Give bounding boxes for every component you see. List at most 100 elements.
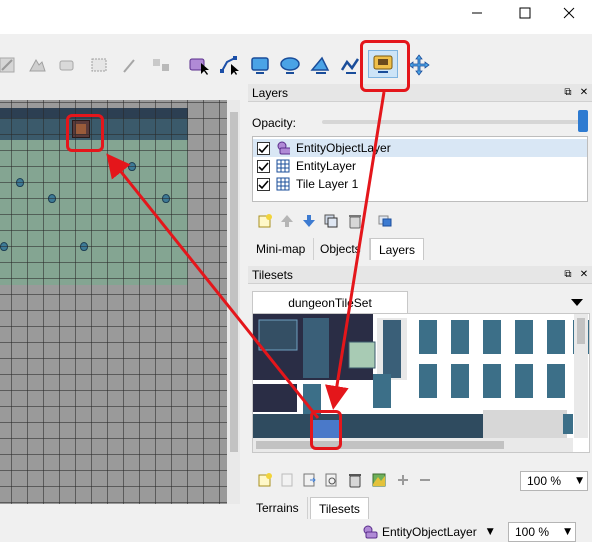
tilesets-panel-header: Tilesets: [248, 266, 592, 284]
eraser-tool[interactable]: [86, 52, 112, 78]
layer-visibility-checkbox[interactable]: [257, 159, 270, 173]
layer-name: Tile Layer 1: [296, 177, 359, 191]
lower-layer-button[interactable]: [300, 212, 318, 230]
duplicate-layer-button[interactable]: [322, 212, 340, 230]
close-icon: [563, 7, 575, 19]
annotation-box-map-tile: [66, 114, 104, 152]
add-tiles-button[interactable]: [394, 471, 412, 489]
delete-layer-button[interactable]: [346, 212, 364, 230]
tab-objects[interactable]: Objects: [312, 238, 370, 260]
title-bar: [0, 0, 592, 34]
chevron-down-icon: ▼: [576, 476, 583, 486]
new-layer-icon: [258, 214, 272, 228]
check-icon: [258, 161, 269, 171]
terrain-icon: [372, 473, 386, 487]
terrain-brush-tool[interactable]: [24, 52, 50, 78]
rectangular-select-tool[interactable]: [116, 52, 142, 78]
new-tileset-button[interactable]: [256, 471, 274, 489]
tile-layer-icon: [276, 177, 290, 191]
current-layer-name: EntityObjectLayer: [382, 525, 477, 539]
close-panel-icon[interactable]: ✕: [578, 269, 590, 281]
float-panel-icon[interactable]: ⧉: [562, 269, 574, 281]
tools-toolbar: [0, 44, 592, 84]
import-icon: [281, 473, 293, 487]
insert-rectangle-icon: [251, 57, 269, 74]
float-panel-icon[interactable]: ⧉: [562, 87, 574, 99]
select-objects-tool[interactable]: [186, 52, 212, 78]
insert-polygon-icon: [310, 56, 330, 74]
duplicate-layer-icon: [324, 214, 338, 228]
insert-ellipse-tool[interactable]: [277, 52, 303, 78]
tileset-zoom-select[interactable]: 100 % ▼: [520, 471, 588, 491]
layer-name: EntityLayer: [296, 159, 357, 173]
opacity-slider-handle[interactable]: [578, 110, 588, 132]
insert-polygon-tool[interactable]: [307, 52, 333, 78]
map-zoom-value: 100 %: [515, 525, 550, 539]
tileset-properties-button[interactable]: [322, 471, 340, 489]
status-bar: [0, 520, 592, 542]
stamp-brush-tool[interactable]: [0, 52, 20, 78]
stamp-brush-icon: [0, 57, 15, 73]
layer-row-entityobjectlayer[interactable]: EntityObjectLayer: [253, 139, 587, 157]
edit-terrain-button[interactable]: [370, 471, 388, 489]
map-scrollbar-thumb[interactable]: [230, 112, 238, 452]
plus-icon: [398, 475, 408, 485]
check-icon: [258, 179, 269, 189]
export-icon: [303, 473, 316, 487]
tileset-menu-dropdown[interactable]: [570, 296, 584, 306]
insert-polyline-icon: [340, 58, 360, 74]
layers-dock-tabs: Mini-map Objects Layers: [248, 238, 592, 260]
remove-tileset-button[interactable]: [346, 471, 364, 489]
trash-icon: [349, 215, 361, 229]
tilesets-dock-tabs: Terrains Tilesets: [248, 497, 592, 519]
insert-rectangle-tool[interactable]: [247, 52, 273, 78]
object-layer-icon: [363, 525, 378, 539]
map-zoom-select[interactable]: 100 % ▼: [508, 522, 576, 542]
check-icon: [258, 143, 269, 153]
tileset-view[interactable]: [252, 313, 590, 453]
arrow-down-icon: [303, 215, 315, 227]
layer-row-tile-layer-1[interactable]: Tile Layer 1: [253, 175, 587, 193]
close-panel-icon[interactable]: ✕: [578, 87, 590, 99]
edit-polygons-icon: [220, 56, 239, 75]
raise-layer-button[interactable]: [278, 212, 296, 230]
minimize-button[interactable]: [454, 0, 500, 26]
layer-row-entitylayer[interactable]: EntityLayer: [253, 157, 587, 175]
new-layer-button[interactable]: [256, 212, 274, 230]
dungeon-tileset-image: [253, 314, 589, 440]
layer-list: EntityObjectLayer EntityLayer Tile Layer…: [252, 136, 588, 202]
map-grid: [0, 100, 240, 504]
new-tileset-icon: [258, 473, 272, 487]
tileset-vscroll-thumb[interactable]: [577, 318, 585, 344]
opacity-label: Opacity:: [252, 116, 297, 130]
current-layer-dropdown[interactable]: EntityObjectLayer ▼: [362, 522, 502, 542]
tileset-tab[interactable]: dungeonTileSet: [252, 291, 408, 313]
move-icon: [408, 54, 430, 76]
layer-visibility-checkbox[interactable]: [257, 177, 270, 191]
layer-visibility-checkbox[interactable]: [257, 141, 270, 155]
minus-icon: [420, 479, 430, 481]
bucket-fill-tool[interactable]: [54, 52, 80, 78]
eraser-icon: [91, 58, 107, 72]
layers-panel-title: Layers: [252, 86, 289, 100]
tab-tilesets[interactable]: Tilesets: [310, 497, 369, 519]
chevron-down-icon: [571, 299, 583, 306]
tab-minimap[interactable]: Mini-map: [248, 238, 315, 260]
remove-tiles-button[interactable]: [416, 471, 434, 489]
layers-panel-header: Layers: [248, 84, 592, 102]
object-layer-icon: [277, 141, 290, 155]
chevron-down-icon: ▼: [486, 527, 494, 537]
tileset-hscroll-thumb[interactable]: [256, 441, 504, 449]
edit-polygons-tool[interactable]: [217, 52, 243, 78]
maximize-button[interactable]: [502, 0, 548, 26]
tab-layers[interactable]: Layers: [370, 238, 425, 260]
map-canvas[interactable]: [0, 100, 240, 504]
export-tileset-button[interactable]: [300, 471, 318, 489]
select-same-tile-tool[interactable]: [148, 52, 174, 78]
maximize-icon: [519, 7, 531, 19]
import-tileset-button[interactable]: [278, 471, 296, 489]
close-button[interactable]: [546, 0, 592, 26]
tab-terrains[interactable]: Terrains: [248, 497, 308, 519]
layer-properties-button[interactable]: [376, 212, 394, 230]
opacity-slider-track[interactable]: [322, 120, 584, 124]
